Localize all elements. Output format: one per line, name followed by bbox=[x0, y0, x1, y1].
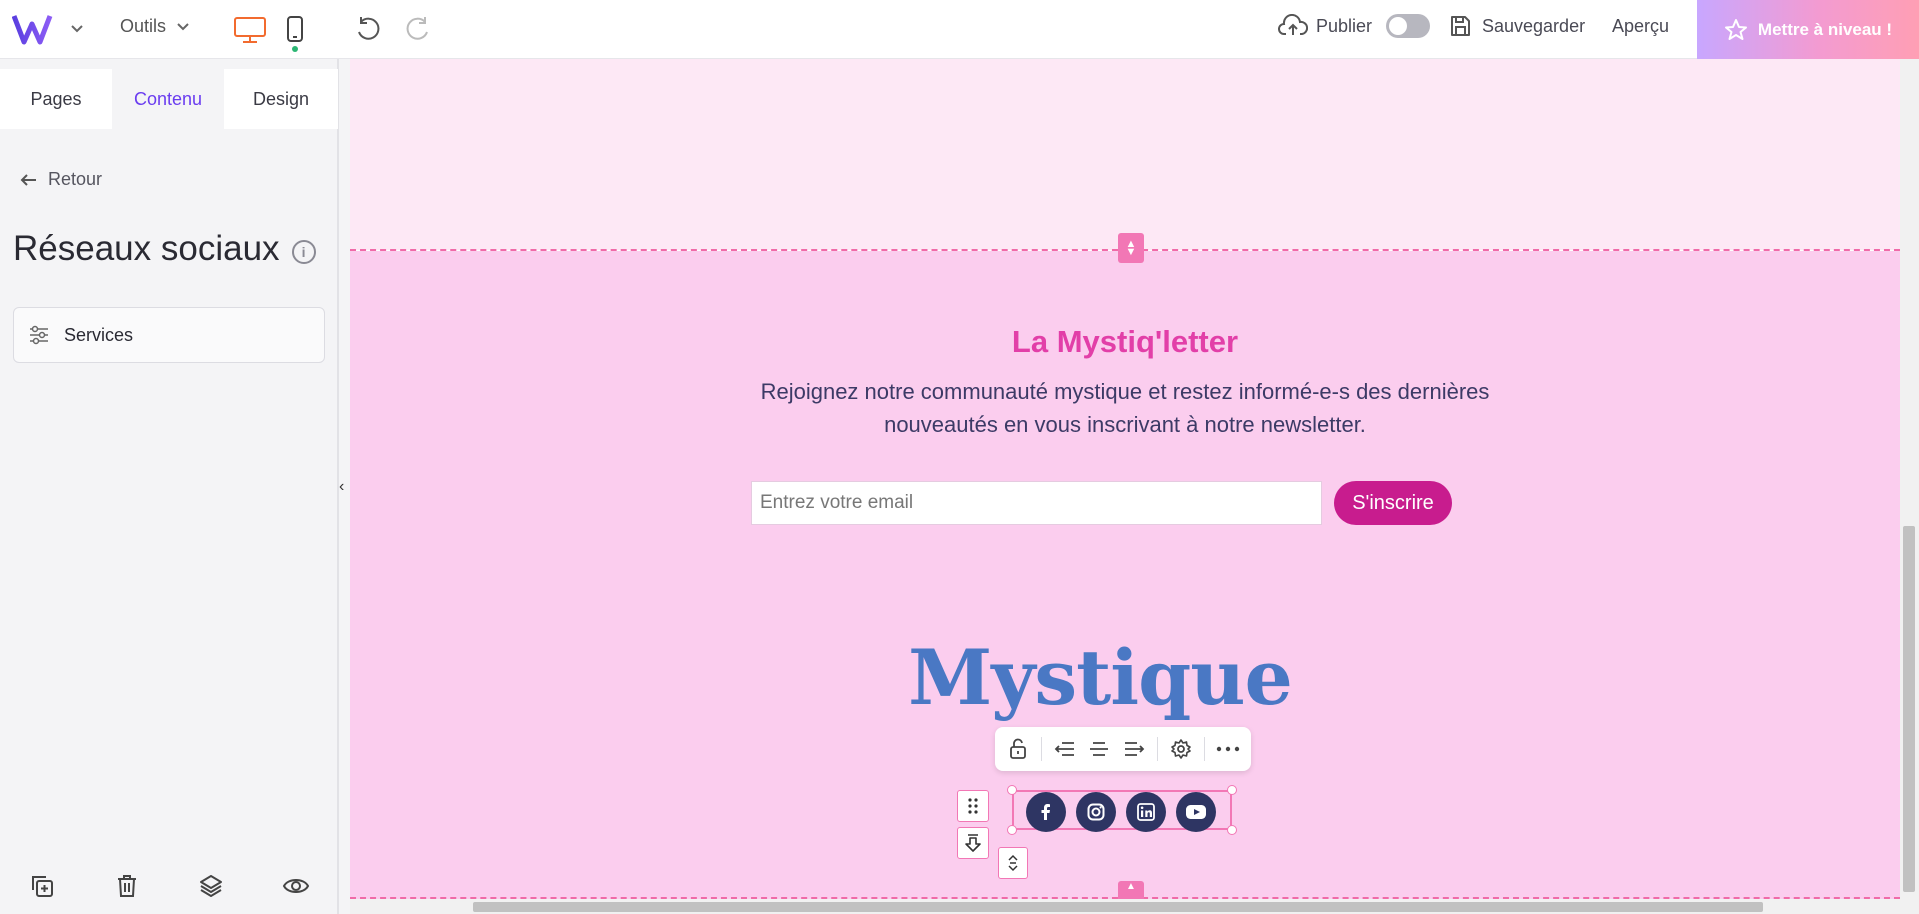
section-resize-handle[interactable]: ▲ ▼ bbox=[1118, 233, 1144, 263]
back-button[interactable]: Retour bbox=[20, 169, 102, 190]
tools-label: Outils bbox=[120, 16, 167, 36]
instagram-link[interactable] bbox=[1076, 792, 1116, 832]
duplicate-icon bbox=[32, 876, 54, 897]
sidebar: Pages Contenu Design Retour Réseaux soci… bbox=[0, 59, 338, 914]
panel-title: Réseaux sociaux i bbox=[13, 229, 316, 269]
newsletter-description[interactable]: Rejoignez notre communauté mystique et r… bbox=[710, 375, 1540, 441]
align-right-icon bbox=[1124, 742, 1144, 756]
newsletter-title[interactable]: La Mystiq'letter bbox=[350, 324, 1900, 360]
mobile-icon bbox=[287, 16, 303, 42]
chevron-down-icon[interactable] bbox=[70, 18, 84, 38]
element-toolbar bbox=[995, 727, 1251, 771]
youtube-link[interactable] bbox=[1176, 792, 1216, 832]
app-logo[interactable] bbox=[12, 12, 58, 46]
drag-handle[interactable] bbox=[957, 790, 989, 822]
arrow-up-icon: ▲ bbox=[1126, 881, 1136, 892]
layers-icon bbox=[200, 875, 223, 897]
toolbar-separator bbox=[1203, 737, 1205, 761]
preview-button[interactable]: Aperçu bbox=[1612, 16, 1669, 37]
toolbar-separator bbox=[1156, 737, 1158, 761]
tab-contenu[interactable]: Contenu bbox=[112, 69, 224, 129]
publish-label[interactable]: Publier bbox=[1316, 16, 1372, 37]
collapse-sidebar-icon[interactable]: ‹ bbox=[339, 478, 344, 496]
youtube-icon bbox=[1186, 805, 1206, 819]
top-bar: Outils Publier Sauvegarder Aperçu Mettre… bbox=[0, 0, 1919, 59]
tab-design[interactable]: Design bbox=[224, 69, 338, 129]
upgrade-button[interactable]: Mettre à niveau ! bbox=[1697, 0, 1919, 59]
trash-icon bbox=[117, 875, 136, 897]
chevron-down-icon bbox=[177, 22, 189, 30]
brand-title[interactable]: Mystique bbox=[350, 633, 1850, 722]
desktop-view-button[interactable] bbox=[232, 12, 268, 48]
save-label: Sauvegarder bbox=[1482, 15, 1586, 36]
upgrade-label: Mettre à niveau ! bbox=[1757, 19, 1893, 39]
mobile-view-button[interactable] bbox=[277, 12, 313, 48]
editor-canvas: ▲ ▼ La Mystiq'letter Rejoignez notre com… bbox=[350, 59, 1900, 899]
info-icon[interactable]: i bbox=[291, 240, 316, 264]
align-center-button[interactable] bbox=[1084, 732, 1114, 766]
toolbar-separator bbox=[1041, 737, 1043, 761]
email-input[interactable]: Entrez votre email bbox=[751, 481, 1322, 525]
unlock-icon bbox=[1010, 738, 1027, 759]
tools-menu[interactable]: Outils bbox=[120, 16, 190, 37]
save-icon bbox=[1451, 16, 1470, 36]
subscribe-button[interactable]: S'inscrire bbox=[1334, 481, 1452, 525]
undo-icon bbox=[358, 17, 380, 40]
resize-corner-handle[interactable] bbox=[1227, 825, 1237, 835]
sidebar-bottom-actions bbox=[0, 858, 338, 914]
panel-title-text: Réseaux sociaux bbox=[13, 229, 280, 268]
linkedin-icon bbox=[1137, 803, 1155, 821]
sidebar-tabs: Pages Contenu Design bbox=[0, 69, 338, 129]
more-options-button[interactable] bbox=[1213, 732, 1243, 766]
save-button[interactable]: Sauvegarder bbox=[1448, 14, 1585, 38]
arrow-down-icon: ▼ bbox=[1125, 246, 1137, 258]
sidebar-item-services[interactable]: Services bbox=[13, 307, 325, 363]
vertical-scrollbar-thumb[interactable] bbox=[1903, 526, 1915, 892]
resize-vertical-icon bbox=[1008, 854, 1018, 872]
arrow-down-icon bbox=[965, 834, 981, 852]
eye-icon bbox=[282, 879, 309, 893]
undo-button[interactable] bbox=[351, 12, 385, 46]
visibility-button[interactable] bbox=[279, 869, 313, 903]
resize-corner-handle[interactable] bbox=[1007, 785, 1017, 795]
drag-dots-icon bbox=[968, 798, 978, 814]
resize-corner-handle[interactable] bbox=[1227, 785, 1237, 795]
lock-button[interactable] bbox=[1003, 732, 1033, 766]
cloud-upload-icon bbox=[1278, 14, 1308, 35]
align-left-button[interactable] bbox=[1050, 732, 1080, 766]
section-above[interactable] bbox=[350, 59, 1900, 250]
delete-button[interactable] bbox=[110, 869, 144, 903]
instagram-icon bbox=[1087, 803, 1105, 821]
mobile-status-dot bbox=[292, 46, 298, 52]
sidebar-item-label: Services bbox=[64, 324, 134, 345]
publish-toggle[interactable] bbox=[1386, 14, 1431, 38]
layers-button[interactable] bbox=[194, 869, 228, 903]
resize-height-handle[interactable] bbox=[998, 847, 1028, 879]
arrow-left-icon bbox=[20, 173, 36, 186]
move-down-button[interactable] bbox=[957, 827, 989, 859]
settings-icon bbox=[1170, 739, 1191, 759]
star-icon bbox=[1724, 18, 1747, 40]
settings-button[interactable] bbox=[1166, 732, 1196, 766]
section-resize-handle[interactable]: ▲ bbox=[1118, 881, 1144, 899]
facebook-icon bbox=[1041, 804, 1050, 820]
align-left-icon bbox=[1054, 742, 1075, 756]
align-right-button[interactable] bbox=[1119, 732, 1149, 766]
social-links bbox=[1026, 792, 1216, 832]
logo-w-icon bbox=[12, 15, 53, 45]
linkedin-link[interactable] bbox=[1126, 792, 1166, 832]
sliders-icon bbox=[30, 325, 48, 345]
redo-icon bbox=[406, 17, 428, 40]
facebook-link[interactable] bbox=[1026, 792, 1066, 832]
redo-button[interactable] bbox=[401, 12, 435, 46]
publish-control: Publier bbox=[1278, 14, 1431, 38]
align-center-icon bbox=[1090, 742, 1109, 756]
back-label: Retour bbox=[48, 169, 103, 189]
horizontal-scrollbar-thumb[interactable] bbox=[473, 902, 1763, 912]
more-icon bbox=[1216, 746, 1240, 752]
duplicate-button[interactable] bbox=[25, 869, 59, 903]
tab-pages[interactable]: Pages bbox=[0, 69, 112, 129]
resize-corner-handle[interactable] bbox=[1007, 825, 1017, 835]
desktop-icon bbox=[234, 17, 266, 43]
